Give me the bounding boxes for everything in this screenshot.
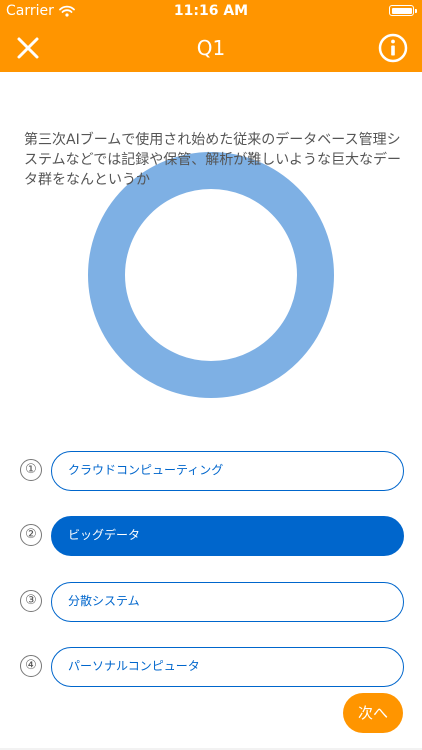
choice-button[interactable]: クラウドコンピューティング <box>51 451 404 491</box>
question-text: 第三次AIブームで使用され始めた従来のデータベース管理システムなどでは記録や保管… <box>24 132 402 188</box>
choice-row: ③ 分散システム <box>0 582 422 624</box>
status-bar: Carrier 11:16 AM <box>0 0 422 22</box>
choice-number: ④ <box>20 655 42 677</box>
status-time: 11:16 AM <box>173 3 249 19</box>
header-bar: Carrier 11:16 AM Q1 <box>0 0 422 72</box>
info-icon[interactable] <box>378 33 408 63</box>
choice-button[interactable]: 分散システム <box>51 582 404 622</box>
choice-button-selected[interactable]: ビッグデータ <box>51 516 404 556</box>
page-title: Q1 <box>196 36 226 60</box>
choice-row: ④ パーソナルコンピュータ <box>0 647 422 689</box>
choice-number: ① <box>20 459 42 481</box>
choice-row: ② ビッグデータ <box>0 516 422 558</box>
choice-number: ③ <box>20 590 42 612</box>
next-button[interactable]: 次へ <box>343 693 403 733</box>
choice-row: ① クラウドコンピューティング <box>0 451 422 493</box>
battery-icon <box>389 5 417 16</box>
choice-number: ② <box>20 524 42 546</box>
choice-button[interactable]: パーソナルコンピュータ <box>51 647 404 687</box>
